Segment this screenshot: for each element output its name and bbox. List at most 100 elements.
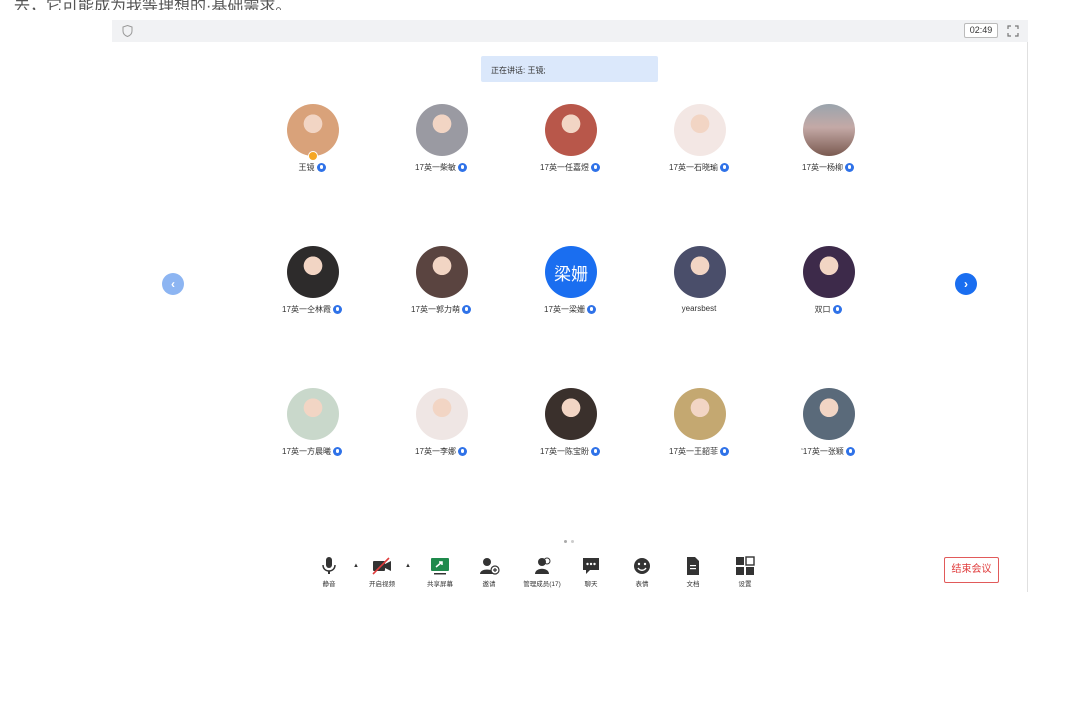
participant-name: 17英一任嘉煜 <box>540 163 589 172</box>
participant-tile[interactable]: 17英一杨柳 <box>778 104 878 180</box>
microphone-icon <box>318 556 340 576</box>
emoji-icon <box>631 556 653 576</box>
mic-status-icon <box>845 447 855 456</box>
participant-name: 17英一王韶菲 <box>669 447 718 456</box>
participant-tile[interactable]: yearsbest <box>649 246 749 322</box>
participant-name: 王镜 <box>298 163 315 172</box>
end-meeting-button[interactable]: 结束会议 <box>944 557 999 583</box>
video-off-icon <box>371 556 393 576</box>
avatar <box>545 104 597 156</box>
avatar <box>416 388 468 440</box>
host-badge-icon <box>308 151 318 161</box>
mic-status-icon <box>461 305 471 314</box>
participant-tile[interactable]: 17英一郭力萌 <box>391 246 491 322</box>
mic-status-icon <box>457 447 467 456</box>
avatar <box>416 246 468 298</box>
chevron-right-icon: › <box>964 277 968 291</box>
participant-name: 17英一石晓瑜 <box>669 163 718 172</box>
participant-tile[interactable]: 双口 <box>778 246 878 322</box>
participant-name-row: 17英一仝林霞 <box>262 304 362 315</box>
toolbar-button[interactable]: 开启视频 <box>364 556 400 590</box>
top-partial-text: 去，它可能成为我等理想的·基础需求。 <box>14 0 292 10</box>
toolbar-button[interactable]: 聊天 <box>579 556 603 590</box>
previous-page-button[interactable]: ‹ <box>162 273 184 295</box>
avatar <box>674 104 726 156</box>
participant-name-row: 王镜 <box>262 162 362 173</box>
participant-name: yearsbest <box>681 304 717 313</box>
avatar <box>803 388 855 440</box>
participant-name-row: 双口 <box>778 304 878 315</box>
participant-tile[interactable]: 17英一王韶菲 <box>649 388 749 464</box>
invite-icon <box>478 556 500 576</box>
toolbar-label: 管理成员(17) <box>523 581 561 588</box>
toolbar-label: 邀请 <box>482 581 496 588</box>
mic-status-icon <box>316 163 326 172</box>
chevron-left-icon: ‹ <box>171 277 175 291</box>
participant-tile[interactable]: 17英一石晓瑜 <box>649 104 749 180</box>
toolbar-button[interactable]: 邀请 <box>477 556 501 590</box>
avatar <box>287 388 339 440</box>
participant-name: ‘17英一张颖 <box>801 447 844 456</box>
settings-icon <box>734 556 756 576</box>
participant-tile[interactable]: 17英一陈宝盼 <box>520 388 620 464</box>
mic-status-icon <box>844 163 854 172</box>
toolbar-label: 聊天 <box>584 581 598 588</box>
participant-tile[interactable]: ‘17英一张颖 <box>778 388 878 464</box>
participant-tile[interactable]: 王镜 <box>262 104 362 180</box>
participant-name: 17英一陈宝盼 <box>540 447 589 456</box>
participant-name-row: 17英一柴敏 <box>391 162 491 173</box>
toolbar-label: 设置 <box>738 581 752 588</box>
page-dot[interactable] <box>571 540 574 543</box>
chat-icon <box>580 556 602 576</box>
mic-status-icon <box>457 163 467 172</box>
mic-status-icon <box>719 163 729 172</box>
mic-status-icon <box>590 447 600 456</box>
meeting-timer: 02:49 <box>964 23 998 38</box>
participant-tile[interactable]: 17英一方晨曦 <box>262 388 362 464</box>
title-bar: 02:49 <box>112 20 1028 42</box>
participant-name: 双口 <box>814 305 831 314</box>
participant-name-row: 17英一梁姗 <box>520 304 620 315</box>
caret-up-icon[interactable]: ▲ <box>353 563 361 569</box>
members-icon <box>531 556 553 576</box>
participant-name-row: yearsbest <box>649 304 749 313</box>
mic-status-icon <box>586 305 596 314</box>
participant-name: 17英一梁姗 <box>544 305 585 314</box>
avatar <box>674 388 726 440</box>
participant-tile[interactable]: 17英一柴敏 <box>391 104 491 180</box>
shield-icon[interactable] <box>121 24 134 38</box>
participant-name-row: 17英一方晨曦 <box>262 446 362 457</box>
participant-tile[interactable]: 梁姗 17英一梁姗 <box>520 246 620 322</box>
participant-tile[interactable]: 17英一任嘉煜 <box>520 104 620 180</box>
avatar <box>803 246 855 298</box>
participant-tile[interactable]: 17英一李娜 <box>391 388 491 464</box>
toolbar-button[interactable]: 文档 <box>681 556 705 590</box>
participant-name-row: 17英一李娜 <box>391 446 491 457</box>
next-page-button[interactable]: › <box>955 273 977 295</box>
toolbar-button[interactable]: 管理成员(17) <box>517 556 567 590</box>
toolbar-button[interactable]: 静音 <box>317 556 341 590</box>
avatar <box>287 104 339 156</box>
participant-tile[interactable]: 17英一仝林霞 <box>262 246 362 322</box>
page-dot[interactable] <box>564 540 567 543</box>
mic-status-icon <box>832 305 842 314</box>
participant-name-row: 17英一陈宝盼 <box>520 446 620 457</box>
participant-name: 17英一方晨曦 <box>282 447 331 456</box>
participant-name-row: 17英一石晓瑜 <box>649 162 749 173</box>
avatar <box>545 388 597 440</box>
toolbar-button[interactable]: 表情 <box>630 556 654 590</box>
toolbar-button[interactable]: 共享屏幕 <box>422 556 458 590</box>
share-screen-icon <box>429 556 451 576</box>
caret-up-icon[interactable]: ▲ <box>405 563 413 569</box>
toolbar-label: 文档 <box>686 581 700 588</box>
fullscreen-icon[interactable] <box>1006 24 1020 38</box>
participant-name: 17英一仝林霞 <box>282 305 331 314</box>
avatar <box>803 104 855 156</box>
toolbar-label: 表情 <box>635 581 649 588</box>
toolbar-label: 静音 <box>322 581 336 588</box>
participant-name-row: 17英一郭力萌 <box>391 304 491 315</box>
toolbar-button[interactable]: 设置 <box>733 556 757 590</box>
participant-name: 17英一柴敏 <box>415 163 456 172</box>
meeting-window: 02:49 正在讲话: 王镜; 王镜 17英一柴敏 17英一任嘉煜 17英一石晓瑜 17… <box>112 20 1028 592</box>
toolbar-label: 开启视频 <box>369 581 395 588</box>
